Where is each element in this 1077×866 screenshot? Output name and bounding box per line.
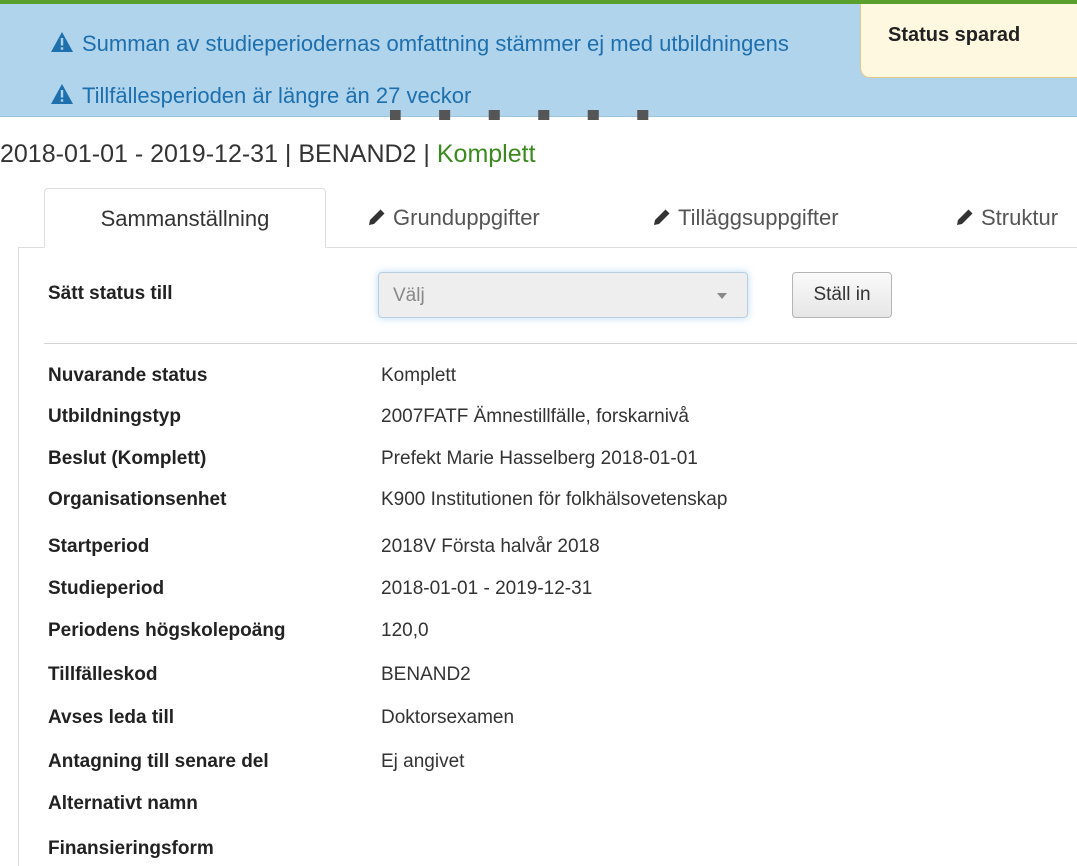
detail-label: Periodens högskolepoäng — [48, 620, 286, 641]
heading-status: Komplett — [436, 140, 536, 168]
pencil-icon — [654, 209, 670, 225]
tab-tillaggsuppgifter[interactable]: Tilläggsuppgifter — [652, 188, 839, 248]
detail-label: Studieperiod — [48, 578, 165, 599]
detail-label: Organisationsenhet — [48, 489, 227, 510]
tab-sammanstallning[interactable]: Sammanställning — [44, 188, 326, 248]
detail-label: Utbildningstyp — [48, 406, 181, 427]
detail-label: Tillfälleskod — [48, 664, 158, 685]
tab-grunduppgifter[interactable]: Grunduppgifter — [367, 188, 540, 248]
warning-icon — [51, 32, 73, 52]
set-status-button[interactable]: Ställ in — [792, 272, 892, 318]
heading-period-code: 2018-01-01 - 2019-12-31 | BENAND2 — [0, 140, 417, 168]
tab-struktur[interactable]: Struktur — [955, 188, 1077, 248]
detail-label: Antagning till senare del — [48, 751, 269, 772]
heading-overflow: ▘▘▘▘▘▘ — [390, 110, 740, 120]
detail-label: Alternativt namn — [48, 793, 198, 814]
detail-value: BENAND2 — [381, 664, 471, 685]
detail-label: Avses leda till — [48, 707, 175, 728]
toast-message: Status sparad — [888, 24, 1021, 46]
detail-value: 2007FATF Ämnestillfälle, forskarnivå — [381, 406, 689, 427]
alert-message: Tillfällesperioden är längre än 27 vecko… — [50, 83, 471, 109]
detail-value: 2018V Första halvår 2018 — [381, 536, 600, 557]
panel-left-border — [18, 247, 19, 866]
warning-icon — [51, 84, 73, 104]
detail-value: 120,0 — [381, 620, 429, 641]
status-select[interactable]: Välj — [378, 272, 748, 318]
detail-value: Komplett — [381, 365, 456, 386]
status-toast: Status sparad — [860, 4, 1077, 78]
detail-value: Ej angivet — [381, 751, 465, 772]
chevron-down-icon — [717, 293, 727, 299]
page-heading: 2018-01-01 - 2019-12-31 | BENAND2 | Komp… — [0, 140, 536, 169]
detail-label: Finansieringsform — [48, 838, 214, 859]
heading-separator: | — [416, 140, 437, 168]
detail-value: Doktorsexamen — [381, 707, 515, 728]
alert-message: Summan av studieperiodernas omfattning s… — [50, 31, 789, 57]
detail-value: K900 Institutionen för folkhälsovetenska… — [381, 489, 728, 510]
detail-label: Nuvarande status — [48, 365, 208, 386]
status-select-value: Välj — [393, 285, 425, 306]
set-status-label: Sätt status till — [48, 283, 173, 304]
detail-label: Startperiod — [48, 536, 150, 557]
detail-value: Prefekt Marie Hasselberg 2018-01-01 — [381, 448, 698, 469]
form-divider — [44, 343, 1077, 344]
detail-value: 2018-01-01 - 2019-12-31 — [381, 578, 593, 599]
pencil-icon — [369, 209, 385, 225]
detail-label: Beslut (Komplett) — [48, 448, 207, 469]
pencil-icon — [957, 209, 973, 225]
